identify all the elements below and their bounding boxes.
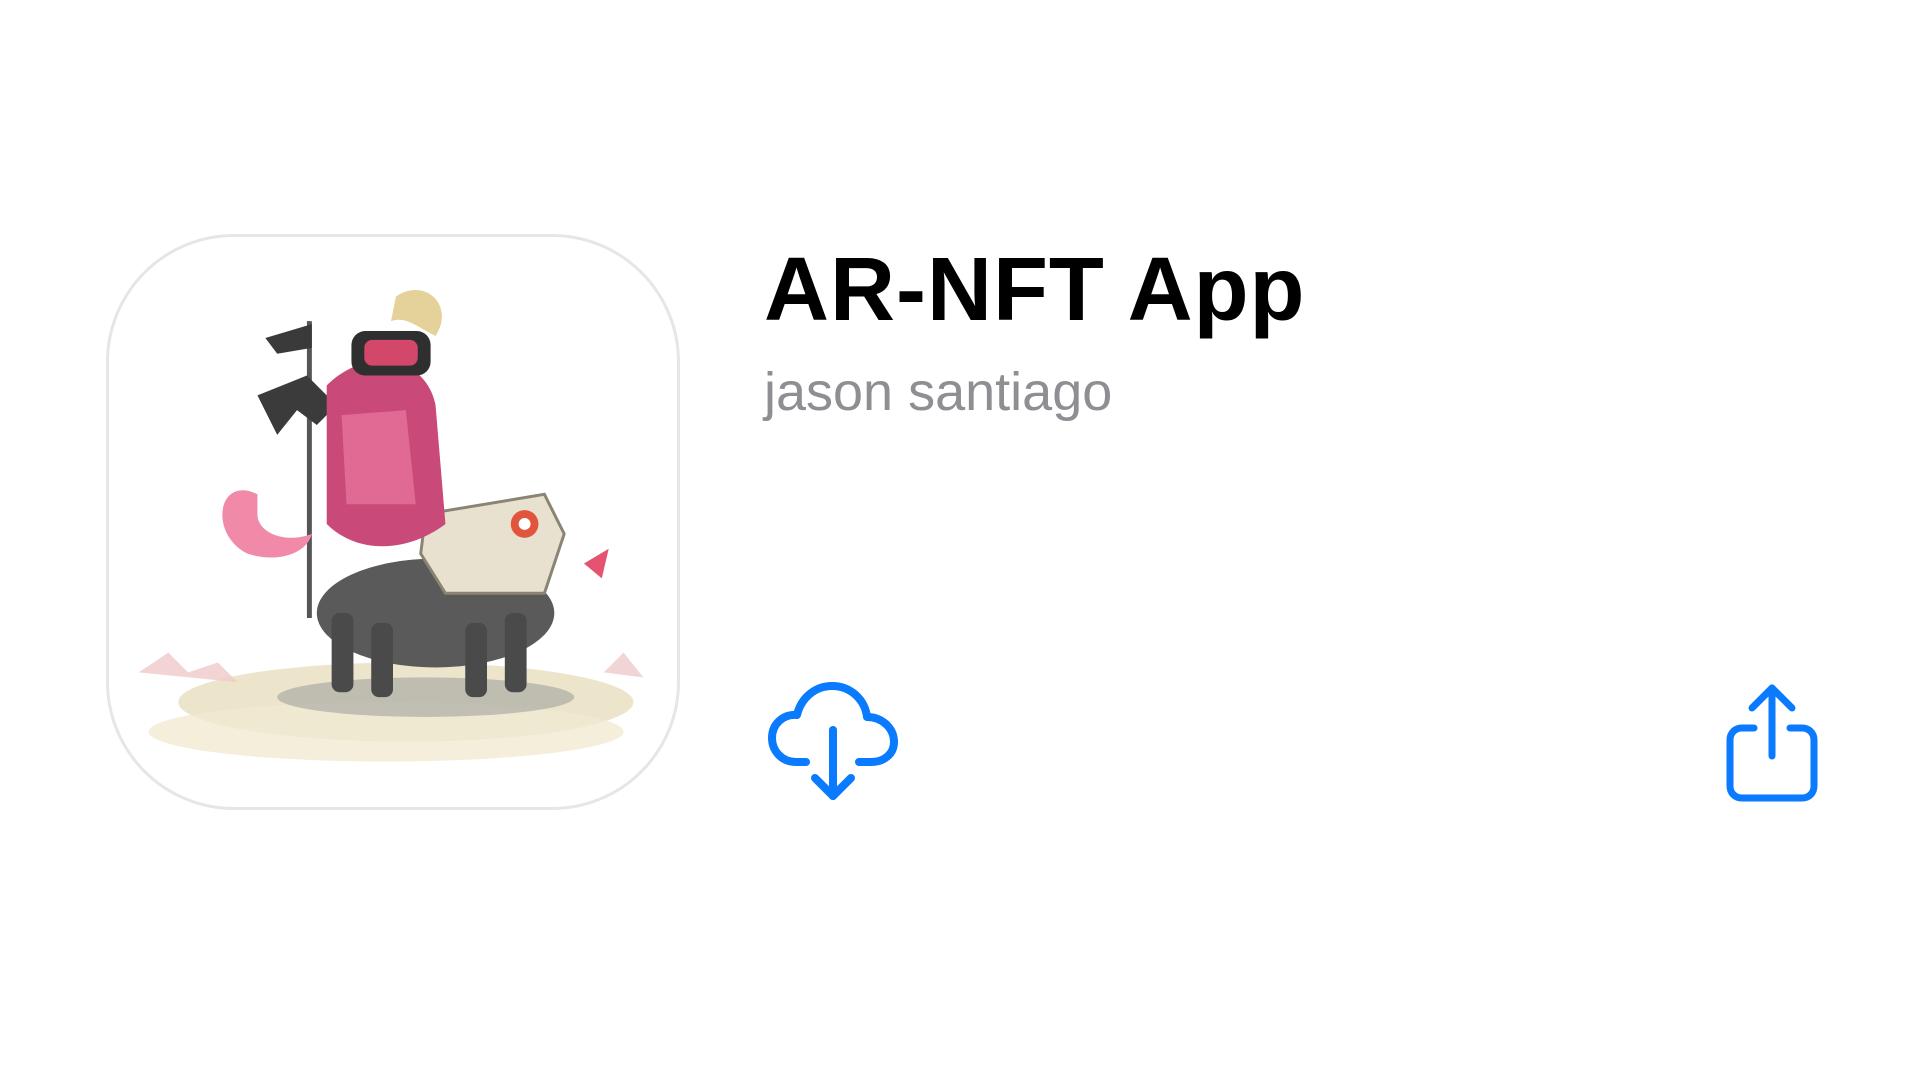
cloud-download-icon [766, 678, 900, 806]
app-title: AR-NFT App [764, 240, 1306, 340]
app-store-page: AR-NFT App jason santiago [0, 0, 1920, 1080]
download-button[interactable] [766, 678, 900, 806]
share-button[interactable] [1724, 684, 1820, 802]
developer-name[interactable]: jason santiago [764, 360, 1112, 424]
app-artwork-icon [106, 234, 680, 810]
share-icon [1724, 684, 1820, 802]
